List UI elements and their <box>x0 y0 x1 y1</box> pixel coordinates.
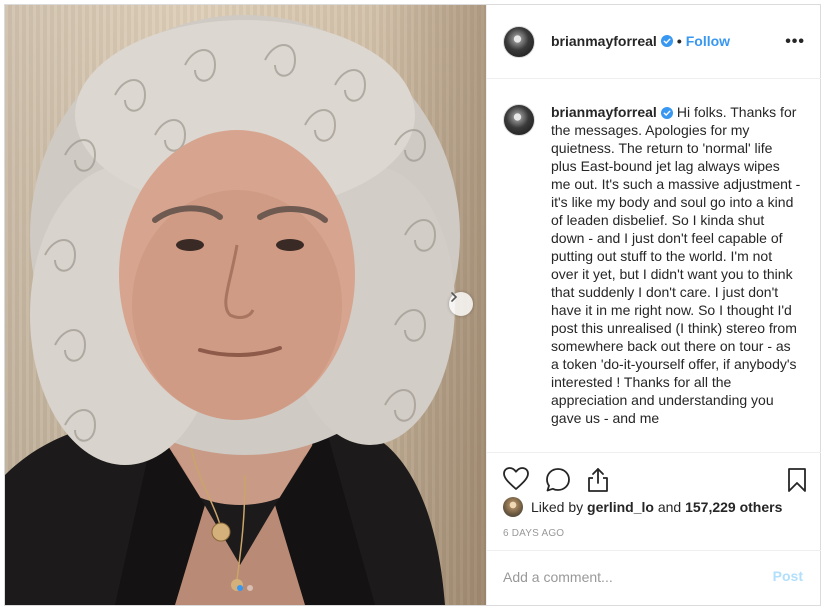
post-header: brianmayforreal • Follow ••• <box>487 5 821 79</box>
likes-conjunction: and <box>657 499 682 515</box>
author-avatar[interactable] <box>503 26 535 58</box>
header-separator: • <box>676 33 682 49</box>
instagram-post: brianmayforreal • Follow ••• brianmayfor… <box>4 4 821 606</box>
liker-username[interactable]: gerlind_lo <box>587 499 654 515</box>
verified-badge-icon <box>660 35 673 47</box>
likes-summary: Liked by gerlind_lo and 157,229 others <box>503 497 782 517</box>
liker-avatar[interactable] <box>503 497 523 517</box>
post-timestamp[interactable]: 6 DAYS AGO <box>503 528 564 539</box>
share-icon[interactable] <box>587 467 609 493</box>
carousel-next-icon <box>451 292 458 302</box>
carousel-next-button[interactable] <box>449 292 473 316</box>
author-line: brianmayforreal • Follow <box>551 33 730 49</box>
verified-badge-icon <box>660 107 673 120</box>
post-photo[interactable] <box>5 5 486 605</box>
caption-section: brianmayforreal Hi folks. Thanks for the … <box>487 79 821 451</box>
post-comment-button[interactable]: Post <box>773 568 803 584</box>
follow-button[interactable]: Follow <box>686 33 730 49</box>
post-sidebar: brianmayforreal • Follow ••• brianmayfor… <box>486 5 821 605</box>
carousel-indicator <box>237 585 253 591</box>
caption-text: Hi folks. Thanks for the messages. Apolo… <box>551 104 801 426</box>
more-options-icon[interactable]: ••• <box>785 33 805 51</box>
comment-input[interactable] <box>503 569 743 585</box>
comment-icon[interactable] <box>545 467 571 493</box>
heart-icon[interactable] <box>503 467 529 491</box>
likes-count[interactable]: 157,229 others <box>685 499 782 515</box>
likes-prefix: Liked by <box>531 499 584 515</box>
carousel-dot-1 <box>237 585 243 591</box>
carousel-dot-2 <box>247 585 253 591</box>
bookmark-icon[interactable] <box>787 467 807 493</box>
caption-author-avatar[interactable] <box>503 104 535 136</box>
caption-username[interactable]: brianmayforreal <box>551 104 657 120</box>
portrait-illustration <box>5 15 460 605</box>
author-username[interactable]: brianmayforreal <box>551 33 657 49</box>
comment-bar: Post <box>487 550 821 606</box>
caption: brianmayforreal Hi folks. Thanks for the … <box>551 103 801 427</box>
